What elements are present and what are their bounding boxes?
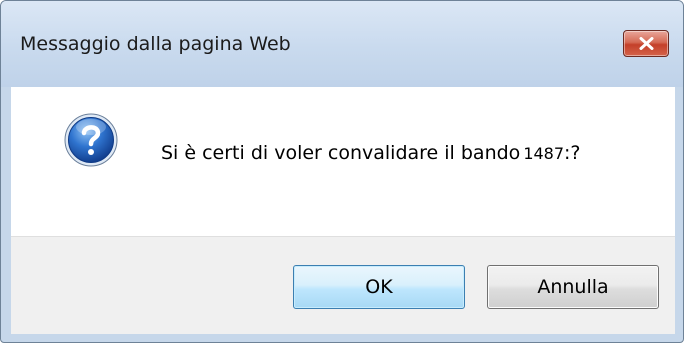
dialog-content: Si è certi di voler convalidare il bando… — [11, 87, 675, 236]
dialog-title: Messaggio dalla pagina Web — [20, 33, 291, 55]
cancel-button[interactable]: Annulla — [487, 265, 659, 309]
ok-button[interactable]: OK — [293, 265, 465, 309]
close-icon — [639, 37, 654, 50]
title-bar[interactable]: Messaggio dalla pagina Web — [1, 1, 683, 87]
message-text: Si è certi di voler convalidare il bando — [161, 142, 521, 164]
message-suffix: :? — [564, 142, 581, 164]
message-number: 1487 — [523, 144, 565, 163]
question-icon — [64, 113, 118, 167]
button-area: OK Annulla — [11, 236, 675, 334]
close-button[interactable] — [623, 30, 669, 57]
dialog-message: Si è certi di voler convalidare il bando… — [161, 141, 581, 166]
dialog-window: Messaggio dalla pagina Web Si è certi di… — [0, 0, 684, 343]
